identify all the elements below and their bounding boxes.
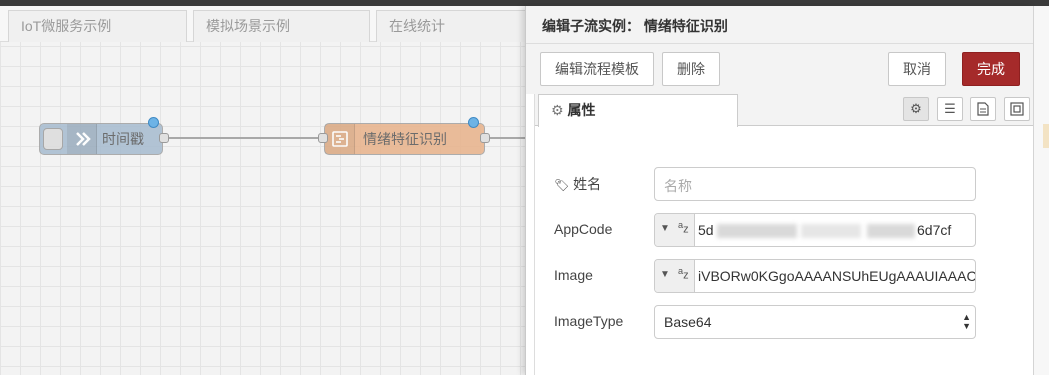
arrow-icon <box>67 124 97 154</box>
name-input[interactable]: 名称 <box>654 167 976 201</box>
appcode-label: AppCode <box>554 221 613 237</box>
properties-tab-label: 属性 <box>567 102 596 118</box>
appcode-type-select[interactable]: ▼ az <box>655 214 695 246</box>
tray-header: 编辑子流实例： 情绪特征识别 <box>526 6 1034 44</box>
redacted-block <box>867 224 915 238</box>
name-label: 🏷 姓名 <box>554 174 601 194</box>
string-type-icon: az <box>678 220 689 236</box>
sidebar-highlight <box>1043 124 1049 148</box>
name-label-text: 姓名 <box>573 176 602 192</box>
timestamp-node[interactable]: 时间戳 <box>39 123 163 155</box>
done-button[interactable]: 完成 <box>962 52 1020 86</box>
tray-body: ⚙ 属性 ⚙ ☰ 🏷 姓名 名称 AppCode ▼ az 5d 6d7cf I… <box>534 94 1035 375</box>
edit-tray: 编辑子流实例： 情绪特征识别 编辑流程模板 删除 取消 完成 ⚙ 属性 ⚙ ☰ … <box>525 6 1035 375</box>
caret-down-icon: ▼ <box>660 269 670 280</box>
tray-title: 编辑子流实例： 情绪特征识别 <box>542 18 728 34</box>
appearance-icon[interactable] <box>1004 97 1030 121</box>
redacted-block <box>801 224 861 238</box>
subflow-input-port[interactable] <box>318 133 328 143</box>
timestamp-node-label: 时间戳 <box>102 131 144 147</box>
tab-iot-microservice[interactable]: IoT微服务示例 <box>8 10 187 42</box>
flow-workspace[interactable]: IoT微服务示例 模拟场景示例 在线统计 时间戳 情绪特征识别 <box>0 6 532 375</box>
changed-indicator <box>148 117 159 128</box>
timestamp-output-port[interactable] <box>159 133 169 143</box>
tab-properties[interactable]: ⚙ 属性 <box>538 94 738 127</box>
wire-timestamp-to-subflow[interactable] <box>166 137 322 139</box>
caret-down-icon: ▼ <box>660 223 670 234</box>
image-value: iVBORw0KGgoAAAANSUhEUgAAAUIAAAC <box>698 268 976 284</box>
name-placeholder: 名称 <box>664 178 692 194</box>
list-icon[interactable]: ☰ <box>937 97 963 121</box>
tag-icon: 🏷 <box>554 178 570 192</box>
imagetype-value: Base64 <box>664 314 712 330</box>
imagetype-select[interactable]: Base64 ▲ ▼ <box>654 305 976 339</box>
tab-simulation[interactable]: 模拟场景示例 <box>193 10 370 42</box>
document-icon[interactable] <box>970 97 996 121</box>
gear-icon: ⚙ <box>551 102 564 118</box>
subflow-node-label: 情绪特征识别 <box>363 131 447 147</box>
edit-template-button[interactable]: 编辑流程模板 <box>540 52 654 86</box>
tray-toolbar: 编辑流程模板 删除 取消 完成 <box>526 44 1034 94</box>
appcode-value-end: 6d7cf <box>917 222 952 238</box>
cancel-button[interactable]: 取消 <box>888 52 946 86</box>
image-input[interactable]: ▼ az iVBORw0KGgoAAAANSUhEUgAAAUIAAAC <box>654 259 976 293</box>
image-label: Image <box>554 267 593 283</box>
inject-button[interactable] <box>43 128 63 150</box>
appcode-value-start: 5d <box>698 222 714 238</box>
delete-button[interactable]: 删除 <box>662 52 720 86</box>
string-type-icon: az <box>678 266 689 282</box>
appcode-input[interactable]: ▼ az 5d 6d7cf <box>654 213 976 247</box>
changed-indicator <box>468 117 479 128</box>
redacted-block <box>717 224 797 238</box>
subflow-icon <box>325 124 355 154</box>
properties-tabs: ⚙ 属性 ⚙ ☰ <box>535 94 1035 127</box>
select-arrows-icon: ▲ ▼ <box>962 312 971 331</box>
tab-online-stats[interactable]: 在线统计 <box>376 10 532 42</box>
subflow-output-port[interactable] <box>480 133 490 143</box>
workspace-tabs: IoT微服务示例 模拟场景示例 在线统计 <box>0 6 532 42</box>
settings-icon[interactable]: ⚙ <box>903 97 929 121</box>
image-type-select[interactable]: ▼ az <box>655 260 695 292</box>
imagetype-label: ImageType <box>554 313 624 329</box>
subflow-node[interactable]: 情绪特征识别 <box>324 123 485 155</box>
right-sidebar[interactable] <box>1033 6 1049 375</box>
